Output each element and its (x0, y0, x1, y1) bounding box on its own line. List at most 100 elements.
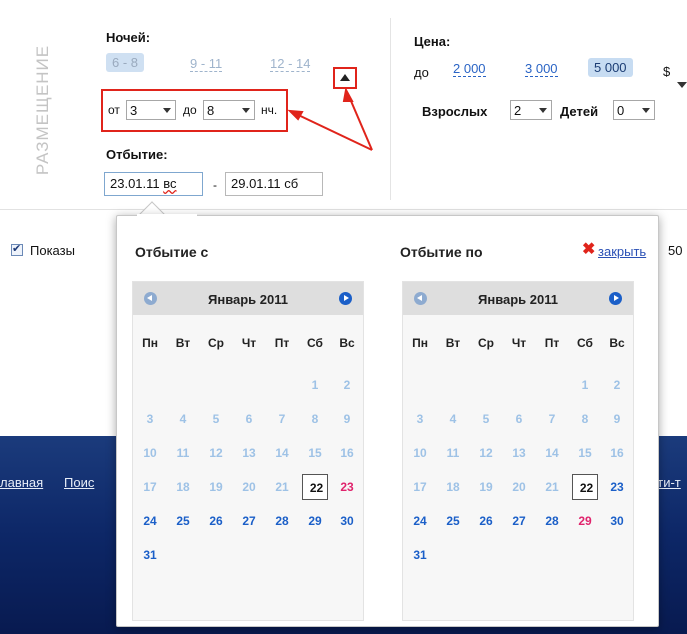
calendar-day[interactable]: 26 (473, 508, 499, 534)
cut-off-text: 50 (668, 243, 683, 258)
calendar-day: 5 (482, 412, 490, 426)
show-checkbox[interactable] (11, 242, 23, 256)
calendar-day: 18 (176, 480, 190, 494)
weekday-label: Ср (478, 336, 494, 350)
calendar-day: 20 (242, 480, 256, 494)
calendar-day: 17 (413, 480, 427, 494)
weekday-label: Сб (577, 336, 593, 350)
calendar-day: 14 (275, 446, 289, 460)
calendar-day[interactable]: 22 (302, 474, 328, 500)
footer-link-home[interactable]: лавная (0, 475, 43, 490)
popup-title-to: Отбытие по (400, 244, 483, 260)
weekday-label: Пт (274, 336, 290, 350)
calendar-day: 2 (343, 378, 351, 392)
calendar-day[interactable]: 28 (539, 508, 565, 534)
calendar-day: 21 (545, 480, 559, 494)
calendar-day: 7 (548, 412, 556, 426)
calendar-day: 3 (416, 412, 424, 426)
calendar-day: 6 (245, 412, 253, 426)
weekday-label: Пн (142, 336, 158, 350)
next-month-button[interactable] (609, 292, 622, 305)
calendar-day: 13 (512, 446, 526, 460)
calendar-day: 6 (515, 412, 523, 426)
calendar-day[interactable]: 27 (506, 508, 532, 534)
calendar-day: 16 (610, 446, 624, 460)
calendar-from: Январь 2011 Пн Вт Ср Чт Пт Сб Вс 1 2 3 4 5 6 7 8 9 10 11 1… (132, 281, 364, 621)
annotation-arrows (287, 87, 373, 151)
calendar-day: 8 (581, 412, 589, 426)
calendar-day: 1 (311, 378, 319, 392)
calendar-day: 20 (512, 480, 526, 494)
calendar-day[interactable]: 26 (203, 508, 229, 534)
calendar-to: Январь 2011 Пн Вт Ср Чт Пт Сб Вс 1 2 3 4 5 6 7 8 9 10 11 1… (402, 281, 634, 621)
calendar-day: 9 (613, 412, 621, 426)
calendar-header: Январь 2011 (403, 282, 633, 315)
search-panel: РАЗМЕЩЕНИЕ Ночей: 6 - 8 9 - 11 12 - 14 о… (0, 0, 687, 210)
calendar-day: 11 (446, 446, 460, 460)
calendar-day: 14 (545, 446, 559, 460)
calendar-day: 12 (209, 446, 223, 460)
calendar-day: 19 (209, 480, 223, 494)
calendar-day[interactable]: 24 (137, 508, 163, 534)
calendar-day[interactable]: 27 (236, 508, 262, 534)
calendar-day[interactable]: 31 (407, 542, 433, 568)
close-icon[interactable]: ✖ (582, 242, 595, 258)
calendar-day: 1 (581, 378, 589, 392)
weekday-label: Чт (511, 336, 527, 350)
calendar-day[interactable]: 29 (572, 508, 598, 534)
calendar-day: 16 (340, 446, 354, 460)
calendar-day: 19 (479, 480, 493, 494)
weekday-label: Вт (175, 336, 191, 350)
calendar-day[interactable]: 31 (137, 542, 163, 568)
chevron-right-icon (344, 295, 349, 301)
weekday-label: Вт (445, 336, 461, 350)
calendar-day: 2 (613, 378, 621, 392)
calendar-day: 7 (278, 412, 286, 426)
calendar-day: 8 (311, 412, 319, 426)
weekday-label: Сб (307, 336, 323, 350)
calendar-day: 13 (242, 446, 256, 460)
calendar-day: 5 (212, 412, 220, 426)
calendar-day: 10 (413, 446, 427, 460)
calendar-day: 12 (479, 446, 493, 460)
weekday-label: Пт (544, 336, 560, 350)
calendar-day[interactable]: 22 (572, 474, 598, 500)
page: РАЗМЕЩЕНИЕ Ночей: 6 - 8 9 - 11 12 - 14 о… (0, 0, 687, 634)
show-checkbox-label: Показы (30, 243, 75, 258)
calendar-day[interactable]: 30 (604, 508, 630, 534)
calendar-day[interactable]: 23 (604, 474, 630, 500)
calendar-day[interactable]: 25 (440, 508, 466, 534)
calendar-day: 4 (179, 412, 187, 426)
calendar-day: 17 (143, 480, 157, 494)
calendar-month-label: Январь 2011 (478, 292, 558, 307)
calendar-day[interactable]: 23 (334, 474, 360, 500)
calendar-day[interactable]: 30 (334, 508, 360, 534)
chevron-right-icon (614, 295, 619, 301)
weekday-label: Ср (208, 336, 224, 350)
calendar-day[interactable]: 25 (170, 508, 196, 534)
calendar-month-label: Январь 2011 (208, 292, 288, 307)
calendar-day: 3 (146, 412, 154, 426)
calendar-day[interactable]: 24 (407, 508, 433, 534)
calendar-day: 21 (275, 480, 289, 494)
calendar-day: 15 (578, 446, 592, 460)
calendar-day: 9 (343, 412, 351, 426)
calendar-day: 15 (308, 446, 322, 460)
date-picker-popup: Отбытие с Отбытие по ✖ закрыть Январь 20… (116, 214, 659, 627)
popup-title-from: Отбытие с (135, 244, 209, 260)
calendar-day: 4 (449, 412, 457, 426)
calendar-day: 10 (143, 446, 157, 460)
weekday-label: Вс (609, 336, 625, 350)
calendar-day: 11 (176, 446, 190, 460)
footer-link-search[interactable]: Поис (64, 475, 94, 490)
calendar-day[interactable]: 28 (269, 508, 295, 534)
close-link[interactable]: закрыть (598, 244, 646, 259)
calendar-day: 18 (446, 480, 460, 494)
next-month-button[interactable] (339, 292, 352, 305)
weekday-label: Вс (339, 336, 355, 350)
calendar-header: Январь 2011 (133, 282, 363, 315)
weekday-label: Пн (412, 336, 428, 350)
calendar-day[interactable]: 29 (302, 508, 328, 534)
weekday-label: Чт (241, 336, 257, 350)
popup-pointer-cover (137, 214, 197, 224)
